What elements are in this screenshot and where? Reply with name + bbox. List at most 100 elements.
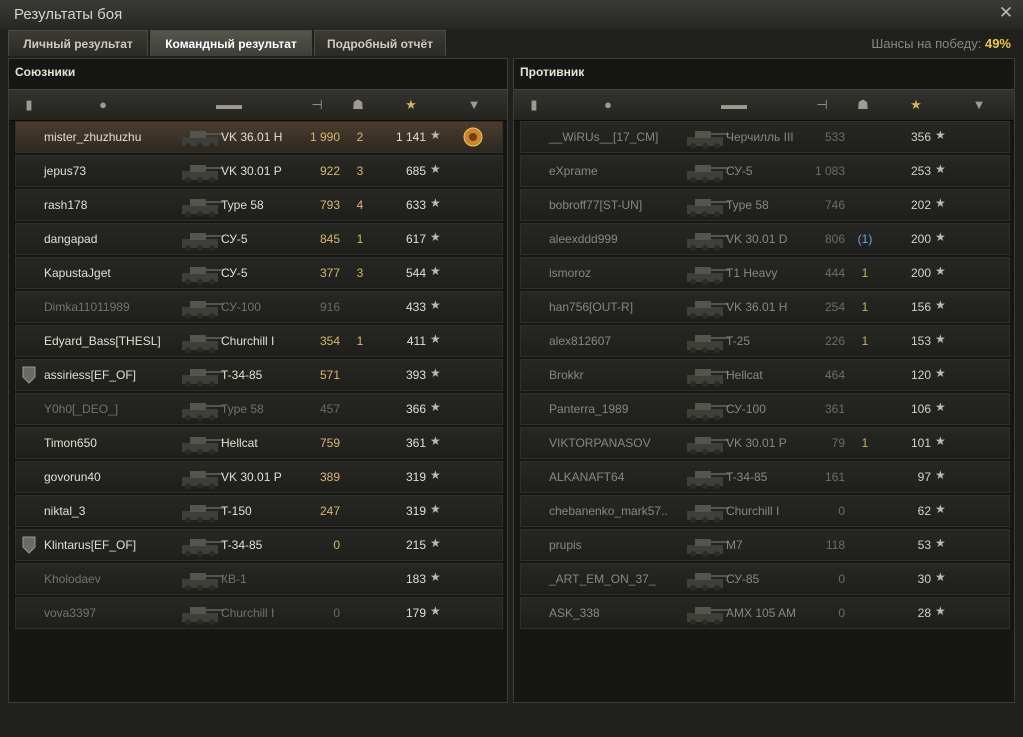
medal-column-icon[interactable]: ▼ [464,97,484,112]
table-row[interactable]: Y0h0[_DEO_] Type 58 457 366 ★ [15,393,503,425]
star-icon: ★ [430,604,441,618]
player-name: __WiRUs__[17_CM] [549,130,659,144]
table-row[interactable]: Dimka11011989 СУ-100 916 433 ★ [15,291,503,323]
table-row[interactable]: aleexddd999 VK 30.01 D 806 (1) 200 ★ [520,223,1010,255]
tank-icon [182,199,224,217]
clan-badge-icon [22,366,36,384]
tab-team[interactable]: Командный результат [150,30,312,56]
tab-personal[interactable]: Личный результат [8,30,148,56]
xp-sort-column-icon[interactable]: ★ [906,97,926,113]
damage-value: 806 [824,232,845,246]
damage-column-icon[interactable]: ⊣ [305,97,329,113]
player-column-icon[interactable]: ● [596,97,620,112]
vehicle-name: КВ-1 [221,572,247,586]
xp-value: 179 [405,606,426,620]
player-column-icon[interactable]: ● [91,97,115,112]
table-row[interactable]: rash178 Type 58 793 4 633 ★ [15,189,503,221]
squad-column-icon[interactable]: ▮ [19,97,39,113]
player-name: ASK_338 [549,606,600,620]
tank-icon [182,131,224,149]
vehicle-name: T-25 [726,334,751,348]
table-row[interactable]: Timon650 Hellcat 759 361 ★ [15,427,503,459]
enemies-title: Противник [520,65,585,79]
xp-value: 156 [910,300,931,314]
tank-icon [182,505,224,523]
xp-value: 202 [910,198,931,212]
tank-icon [687,539,729,557]
table-row[interactable]: ismoroz T1 Heavy 444 1 200 ★ [520,257,1010,289]
kills-value: 1 [861,334,869,348]
vehicle-name: СУ-85 [726,572,760,586]
vehicle-name: Churchill I [221,606,275,620]
kills-column-icon[interactable]: ☗ [848,97,878,113]
table-row[interactable]: eXprame СУ-5 1 083 253 ★ [520,155,1010,187]
table-row[interactable]: jepus73 VK 30.01 P 922 3 685 ★ [15,155,503,187]
tab-detailed[interactable]: Подробный отчёт [314,30,446,56]
medal-icon [463,127,483,147]
tank-icon [182,335,224,353]
table-row[interactable]: vova3397 Churchill I 0 179 ★ [15,597,503,629]
table-row[interactable]: ASK_338 AMX 105 AM 0 28 ★ [520,597,1010,629]
vehicle-name: СУ-100 [221,300,261,314]
table-row[interactable]: dangapad СУ-5 845 1 617 ★ [15,223,503,255]
vehicle-column-icon[interactable]: ▬▬ [704,97,764,112]
xp-value: 153 [910,334,931,348]
tank-icon [687,267,729,285]
table-row[interactable]: mister_zhuzhuzhu VK 36.01 H 1 990 2 1 141 ★ [15,121,503,153]
vehicle-name: Churchill I [726,504,780,518]
xp-value: 120 [910,368,931,382]
win-chance: Шансы на победу: 49% [871,36,1011,51]
tank-icon [687,437,729,455]
tank-icon [182,403,224,421]
close-icon[interactable]: ✕ [997,4,1015,22]
kills-column-icon[interactable]: ☗ [343,97,373,113]
enemies-panel: Противник ▮ ● ▬▬ ⊣ ☗ ★ ▼ __WiRUs__[17_CM… [513,58,1015,703]
table-row[interactable]: Kholodaev КВ-1 183 ★ [15,563,503,595]
damage-value: 571 [319,368,340,382]
vehicle-name: Черчилль III [726,130,794,144]
table-row[interactable]: alex812607 T-25 226 1 153 ★ [520,325,1010,357]
table-row[interactable]: Brokkr Hellcat 464 120 ★ [520,359,1010,391]
star-icon: ★ [935,536,946,550]
battle-results-window: Результаты боя ✕ Личный результат Команд… [0,0,1023,737]
table-row[interactable]: govorun40 VK 30.01 P 389 319 ★ [15,461,503,493]
player-name: Klintarus[EF_OF] [44,538,137,552]
vehicle-name: Hellcat [726,368,763,382]
player-name: assiriess[EF_OF] [44,368,137,382]
damage-column-icon[interactable]: ⊣ [810,97,834,113]
medal-column-icon[interactable]: ▼ [969,97,989,112]
player-name: ALKANAFT64 [549,470,625,484]
win-chance-label: Шансы на победу: [871,36,982,51]
damage-value: 118 [825,538,845,552]
table-row[interactable]: niktal_3 T-150 247 319 ★ [15,495,503,527]
xp-value: 544 [405,266,426,280]
table-row[interactable]: han756[OUT-R] VK 36.01 H 254 1 156 ★ [520,291,1010,323]
kills-value: 3 [356,266,364,280]
squad-column-icon[interactable]: ▮ [524,97,544,113]
table-row[interactable]: _ART_EM_ON_37_ СУ-85 0 30 ★ [520,563,1010,595]
tank-icon [687,233,729,251]
table-row[interactable]: VIKTORPANASOV VK 30.01 P 79 1 101 ★ [520,427,1010,459]
table-row[interactable]: KapustaJget СУ-5 377 3 544 ★ [15,257,503,289]
table-row[interactable]: assiriess[EF_OF] T-34-85 571 393 ★ [15,359,503,391]
table-row[interactable]: bobroff77[ST-UN] Type 58 746 202 ★ [520,189,1010,221]
tank-icon [182,471,224,489]
table-row[interactable]: Edyard_Bass[THESL] Churchill I 354 1 411 ★ [15,325,503,357]
vehicle-name: Type 58 [221,198,264,212]
xp-value: 97 [917,470,931,484]
damage-value: 845 [319,232,340,246]
player-name: prupis [549,538,582,552]
table-row[interactable]: prupis M7 118 53 ★ [520,529,1010,561]
xp-sort-column-icon[interactable]: ★ [401,97,421,113]
vehicle-column-icon[interactable]: ▬▬ [199,97,259,112]
table-row[interactable]: Klintarus[EF_OF] T-34-85 0 215 ★ [15,529,503,561]
tank-icon [182,233,224,251]
tank-icon [687,369,729,387]
table-row[interactable]: chebanenko_mark57.. Churchill I 0 62 ★ [520,495,1010,527]
table-row[interactable]: Panterra_1989 СУ-100 361 106 ★ [520,393,1010,425]
player-name: Dimka11011989 [44,300,130,314]
table-row[interactable]: ALKANAFT64 T-34-85 161 97 ★ [520,461,1010,493]
kills-value: 3 [356,164,364,178]
damage-value: 247 [319,504,340,518]
table-row[interactable]: __WiRUs__[17_CM] Черчилль III 533 356 ★ [520,121,1010,153]
